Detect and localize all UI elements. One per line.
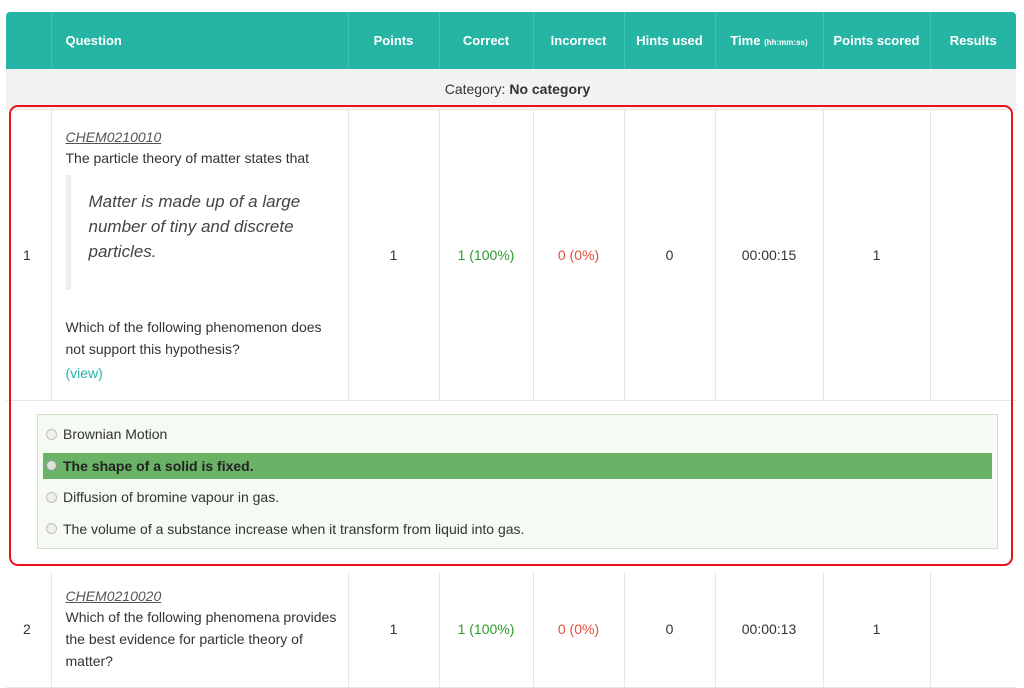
points-cell: 1: [347, 109, 439, 401]
radio-checked-icon: [46, 460, 57, 471]
quiz-statistics-table: Question Points Correct Incorrect Hints …: [6, 12, 1016, 688]
answer-label: Brownian Motion: [63, 426, 168, 442]
header-results: Results: [929, 12, 1016, 69]
results-cell: [929, 109, 1016, 401]
question-cell: CHEM0210010 The particle theory of matte…: [50, 109, 348, 401]
header-points: Points: [347, 12, 439, 69]
header-hints-used: Hints used: [623, 12, 715, 69]
hints-cell: 0: [623, 109, 715, 401]
hints-cell: 0: [623, 567, 715, 688]
table-row: 2 CHEM0210020 Which of the following phe…: [6, 567, 1016, 688]
table-header-row: Question Points Correct Incorrect Hints …: [6, 12, 1016, 69]
question-cell: CHEM0210020 Which of the following pheno…: [50, 567, 348, 688]
answers-cell: Brownian Motion The shape of a solid is …: [6, 400, 1016, 568]
incorrect-cell: 0 (0%): [532, 109, 624, 401]
question-id: CHEM0210020: [65, 587, 162, 604]
answer-option-selected: The shape of a solid is fixed.: [43, 452, 992, 479]
table-row: 1 CHEM0210010 The particle theory of mat…: [6, 109, 1016, 401]
results-cell: [929, 567, 1016, 688]
answer-options: Brownian Motion The shape of a solid is …: [37, 414, 998, 549]
answers-row: Brownian Motion The shape of a solid is …: [6, 400, 1016, 568]
points-cell: 1: [347, 567, 439, 688]
question-text: Which of the following phenomenon does n…: [65, 319, 322, 357]
answer-label: Diffusion of bromine vapour in gas.: [63, 489, 280, 505]
row-number: 1: [6, 109, 51, 401]
header-time: Time (hh:mm:ss): [714, 12, 823, 69]
radio-icon: [46, 491, 57, 503]
question-intro: The particle theory of matter states tha…: [65, 150, 310, 166]
incorrect-cell: 0 (0%): [532, 567, 624, 688]
header-time-label: Time: [730, 33, 761, 48]
category-row: Category: No category: [6, 69, 1016, 110]
time-cell: 00:00:13: [714, 567, 823, 688]
category-value: No category: [509, 81, 591, 97]
correct-cell: 1 (100%): [438, 567, 533, 688]
header-time-unit: (hh:mm:ss): [764, 38, 808, 47]
answer-option: Diffusion of bromine vapour in gas.: [43, 484, 992, 510]
radio-icon: [46, 428, 57, 440]
time-cell: 00:00:15: [714, 109, 823, 401]
radio-icon: [46, 523, 57, 534]
header-points-scored: Points scored: [822, 12, 930, 69]
category-cell: Category: No category: [6, 69, 1016, 110]
answer-label: The volume of a substance increase when …: [63, 520, 525, 537]
question-quote: Matter is made up of a large number of t…: [65, 175, 338, 290]
answer-option: The volume of a substance increase when …: [43, 516, 992, 542]
points-scored-cell: 1: [822, 109, 930, 401]
header-correct: Correct: [438, 12, 533, 69]
answer-label: The shape of a solid is fixed.: [63, 457, 254, 474]
header-incorrect: Incorrect: [532, 12, 624, 69]
view-link[interactable]: (view): [66, 360, 338, 386]
row-number: 2: [6, 567, 51, 688]
question-id: CHEM0210010: [65, 129, 162, 145]
header-question: Question: [50, 12, 348, 69]
correct-cell: 1 (100%): [438, 109, 533, 401]
category-label: Category:: [444, 81, 506, 97]
header-number: [6, 12, 51, 69]
answer-option: Brownian Motion: [43, 421, 992, 447]
question-text: Which of the following phenomena provide…: [65, 608, 337, 669]
points-scored-cell: 1: [822, 567, 930, 688]
